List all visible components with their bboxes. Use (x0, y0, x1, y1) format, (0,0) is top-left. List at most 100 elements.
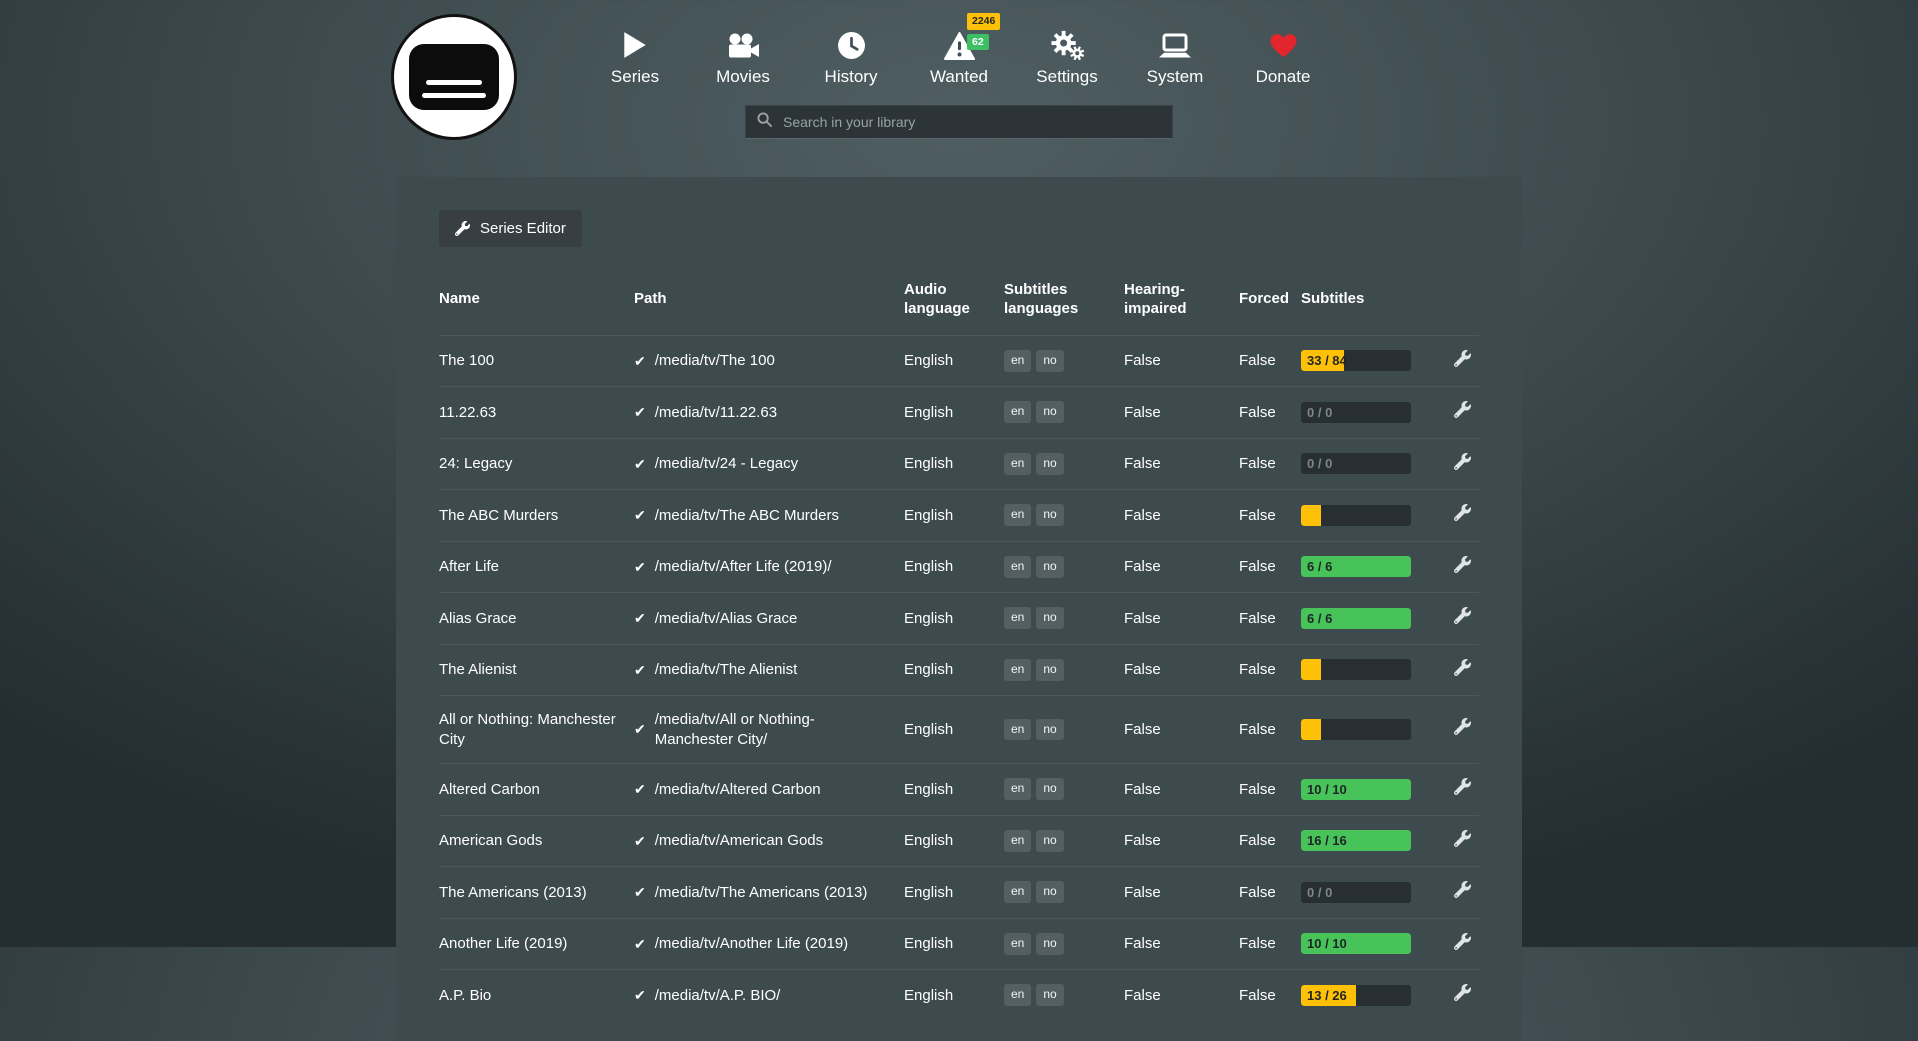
language-badge: en (1004, 778, 1031, 800)
col-header-subtitles: Subtitles (1301, 273, 1439, 335)
audio-language: English (904, 387, 1004, 439)
series-path: /media/tv/All or Nothing- Manchester Cit… (655, 710, 896, 749)
table-row: American Gods ✔ /media/tv/American Gods … (439, 815, 1479, 867)
language-badge: no (1036, 453, 1063, 475)
language-badge: no (1036, 504, 1063, 526)
hearing-impaired-value: False (1124, 696, 1239, 764)
series-path: /media/tv/24 - Legacy (655, 454, 798, 474)
series-name: Another Life (2019) (439, 918, 634, 970)
forced-value: False (1239, 918, 1301, 970)
subtitle-languages: enno (1004, 541, 1124, 593)
edit-series-wrench-icon[interactable] (1454, 778, 1471, 795)
hearing-impaired-value: False (1124, 335, 1239, 387)
wrench-icon (455, 221, 470, 236)
series-editor-label: Series Editor (480, 220, 566, 237)
edit-series-wrench-icon[interactable] (1454, 453, 1471, 470)
subtitle-languages: enno (1004, 764, 1124, 816)
series-name: A.P. Bio (439, 970, 634, 1021)
table-row: The Americans (2013) ✔ /media/tv/The Ame… (439, 867, 1479, 919)
nav-movies[interactable]: Movies (689, 22, 797, 87)
nav-system[interactable]: System (1121, 22, 1229, 87)
series-path: /media/tv/Another Life (2019) (655, 934, 848, 954)
subtitles-progress-fill (1301, 719, 1321, 740)
check-icon: ✔ (634, 455, 646, 473)
audio-language: English (904, 438, 1004, 490)
nav-series-label: Series (611, 67, 659, 87)
check-icon: ✔ (634, 986, 646, 1004)
table-row: All or Nothing: Manchester City ✔ /media… (439, 696, 1479, 764)
edit-series-wrench-icon[interactable] (1454, 556, 1471, 573)
nav-wanted[interactable]: 2246 62 Wanted (905, 22, 1013, 87)
main-nav: Series Movies History (581, 22, 1337, 87)
edit-series-wrench-icon[interactable] (1454, 984, 1471, 1001)
subtitle-languages: enno (1004, 335, 1124, 387)
search-input[interactable] (781, 113, 1161, 131)
subtitles-progress-bar: 0 / 0 (1301, 882, 1411, 903)
subtitles-progress-bar (1301, 505, 1411, 526)
col-header-subtitles-languages: Subtitles languages (1004, 273, 1124, 335)
check-icon: ✔ (634, 720, 646, 738)
series-editor-button[interactable]: Series Editor (439, 210, 582, 247)
check-icon: ✔ (634, 609, 646, 627)
edit-series-wrench-icon[interactable] (1454, 881, 1471, 898)
series-name: The 100 (439, 335, 634, 387)
series-path: /media/tv/The Alienist (655, 660, 798, 680)
forced-value: False (1239, 644, 1301, 696)
subtitles-progress-bar: 0 / 0 (1301, 402, 1411, 423)
subtitles-progress-label: 0 / 0 (1307, 882, 1332, 903)
check-icon: ✔ (634, 558, 646, 576)
forced-value: False (1239, 970, 1301, 1021)
edit-series-wrench-icon[interactable] (1454, 830, 1471, 847)
col-header-audio-language: Audio language (904, 273, 1004, 335)
edit-series-wrench-icon[interactable] (1454, 401, 1471, 418)
table-row: After Life ✔ /media/tv/After Life (2019)… (439, 541, 1479, 593)
nav-donate[interactable]: Donate (1229, 22, 1337, 87)
edit-series-wrench-icon[interactable] (1454, 504, 1471, 521)
subtitles-progress-label: 6 / 6 (1307, 608, 1332, 629)
bazarr-logo[interactable] (391, 14, 517, 140)
table-row: The 100 ✔ /media/tv/The 100 English enno… (439, 335, 1479, 387)
nav-history[interactable]: History (797, 22, 905, 87)
language-badge: no (1036, 350, 1063, 372)
language-badge: no (1036, 933, 1063, 955)
audio-language: English (904, 593, 1004, 645)
wanted-movies-badge: 62 (967, 34, 989, 51)
nav-system-label: System (1147, 67, 1204, 87)
edit-series-wrench-icon[interactable] (1454, 659, 1471, 676)
logo-subtitle-card (409, 44, 499, 110)
check-icon: ✔ (634, 883, 646, 901)
series-name: 11.22.63 (439, 387, 634, 439)
logo-subtitle-line (426, 80, 482, 85)
subtitles-progress-bar: 0 / 0 (1301, 453, 1411, 474)
series-name: American Gods (439, 815, 634, 867)
subtitle-languages: enno (1004, 696, 1124, 764)
series-path: /media/tv/Alias Grace (655, 609, 798, 629)
audio-language: English (904, 918, 1004, 970)
edit-series-wrench-icon[interactable] (1454, 607, 1471, 624)
edit-series-wrench-icon[interactable] (1454, 718, 1471, 735)
search-bar (745, 105, 1173, 139)
subtitle-languages: enno (1004, 644, 1124, 696)
series-path: /media/tv/American Gods (655, 831, 823, 851)
language-badge: en (1004, 453, 1031, 475)
forced-value: False (1239, 490, 1301, 542)
subtitles-progress-bar: 10 / 10 (1301, 779, 1411, 800)
subtitle-languages: enno (1004, 970, 1124, 1021)
hearing-impaired-value: False (1124, 644, 1239, 696)
edit-series-wrench-icon[interactable] (1454, 350, 1471, 367)
language-badge: en (1004, 881, 1031, 903)
nav-wanted-label: Wanted (930, 67, 988, 87)
series-name: 24: Legacy (439, 438, 634, 490)
nav-series[interactable]: Series (581, 22, 689, 87)
hearing-impaired-value: False (1124, 438, 1239, 490)
series-name: The Alienist (439, 644, 634, 696)
audio-language: English (904, 867, 1004, 919)
heart-icon (1267, 22, 1300, 60)
language-badge: en (1004, 401, 1031, 423)
nav-settings[interactable]: Settings (1013, 22, 1121, 87)
forced-value: False (1239, 387, 1301, 439)
col-header-hearing-impaired: Hearing-impaired (1124, 273, 1239, 335)
table-row: Altered Carbon ✔ /media/tv/Altered Carbo… (439, 764, 1479, 816)
wanted-episodes-badge: 2246 (967, 13, 1000, 30)
gears-icon (1050, 22, 1085, 60)
